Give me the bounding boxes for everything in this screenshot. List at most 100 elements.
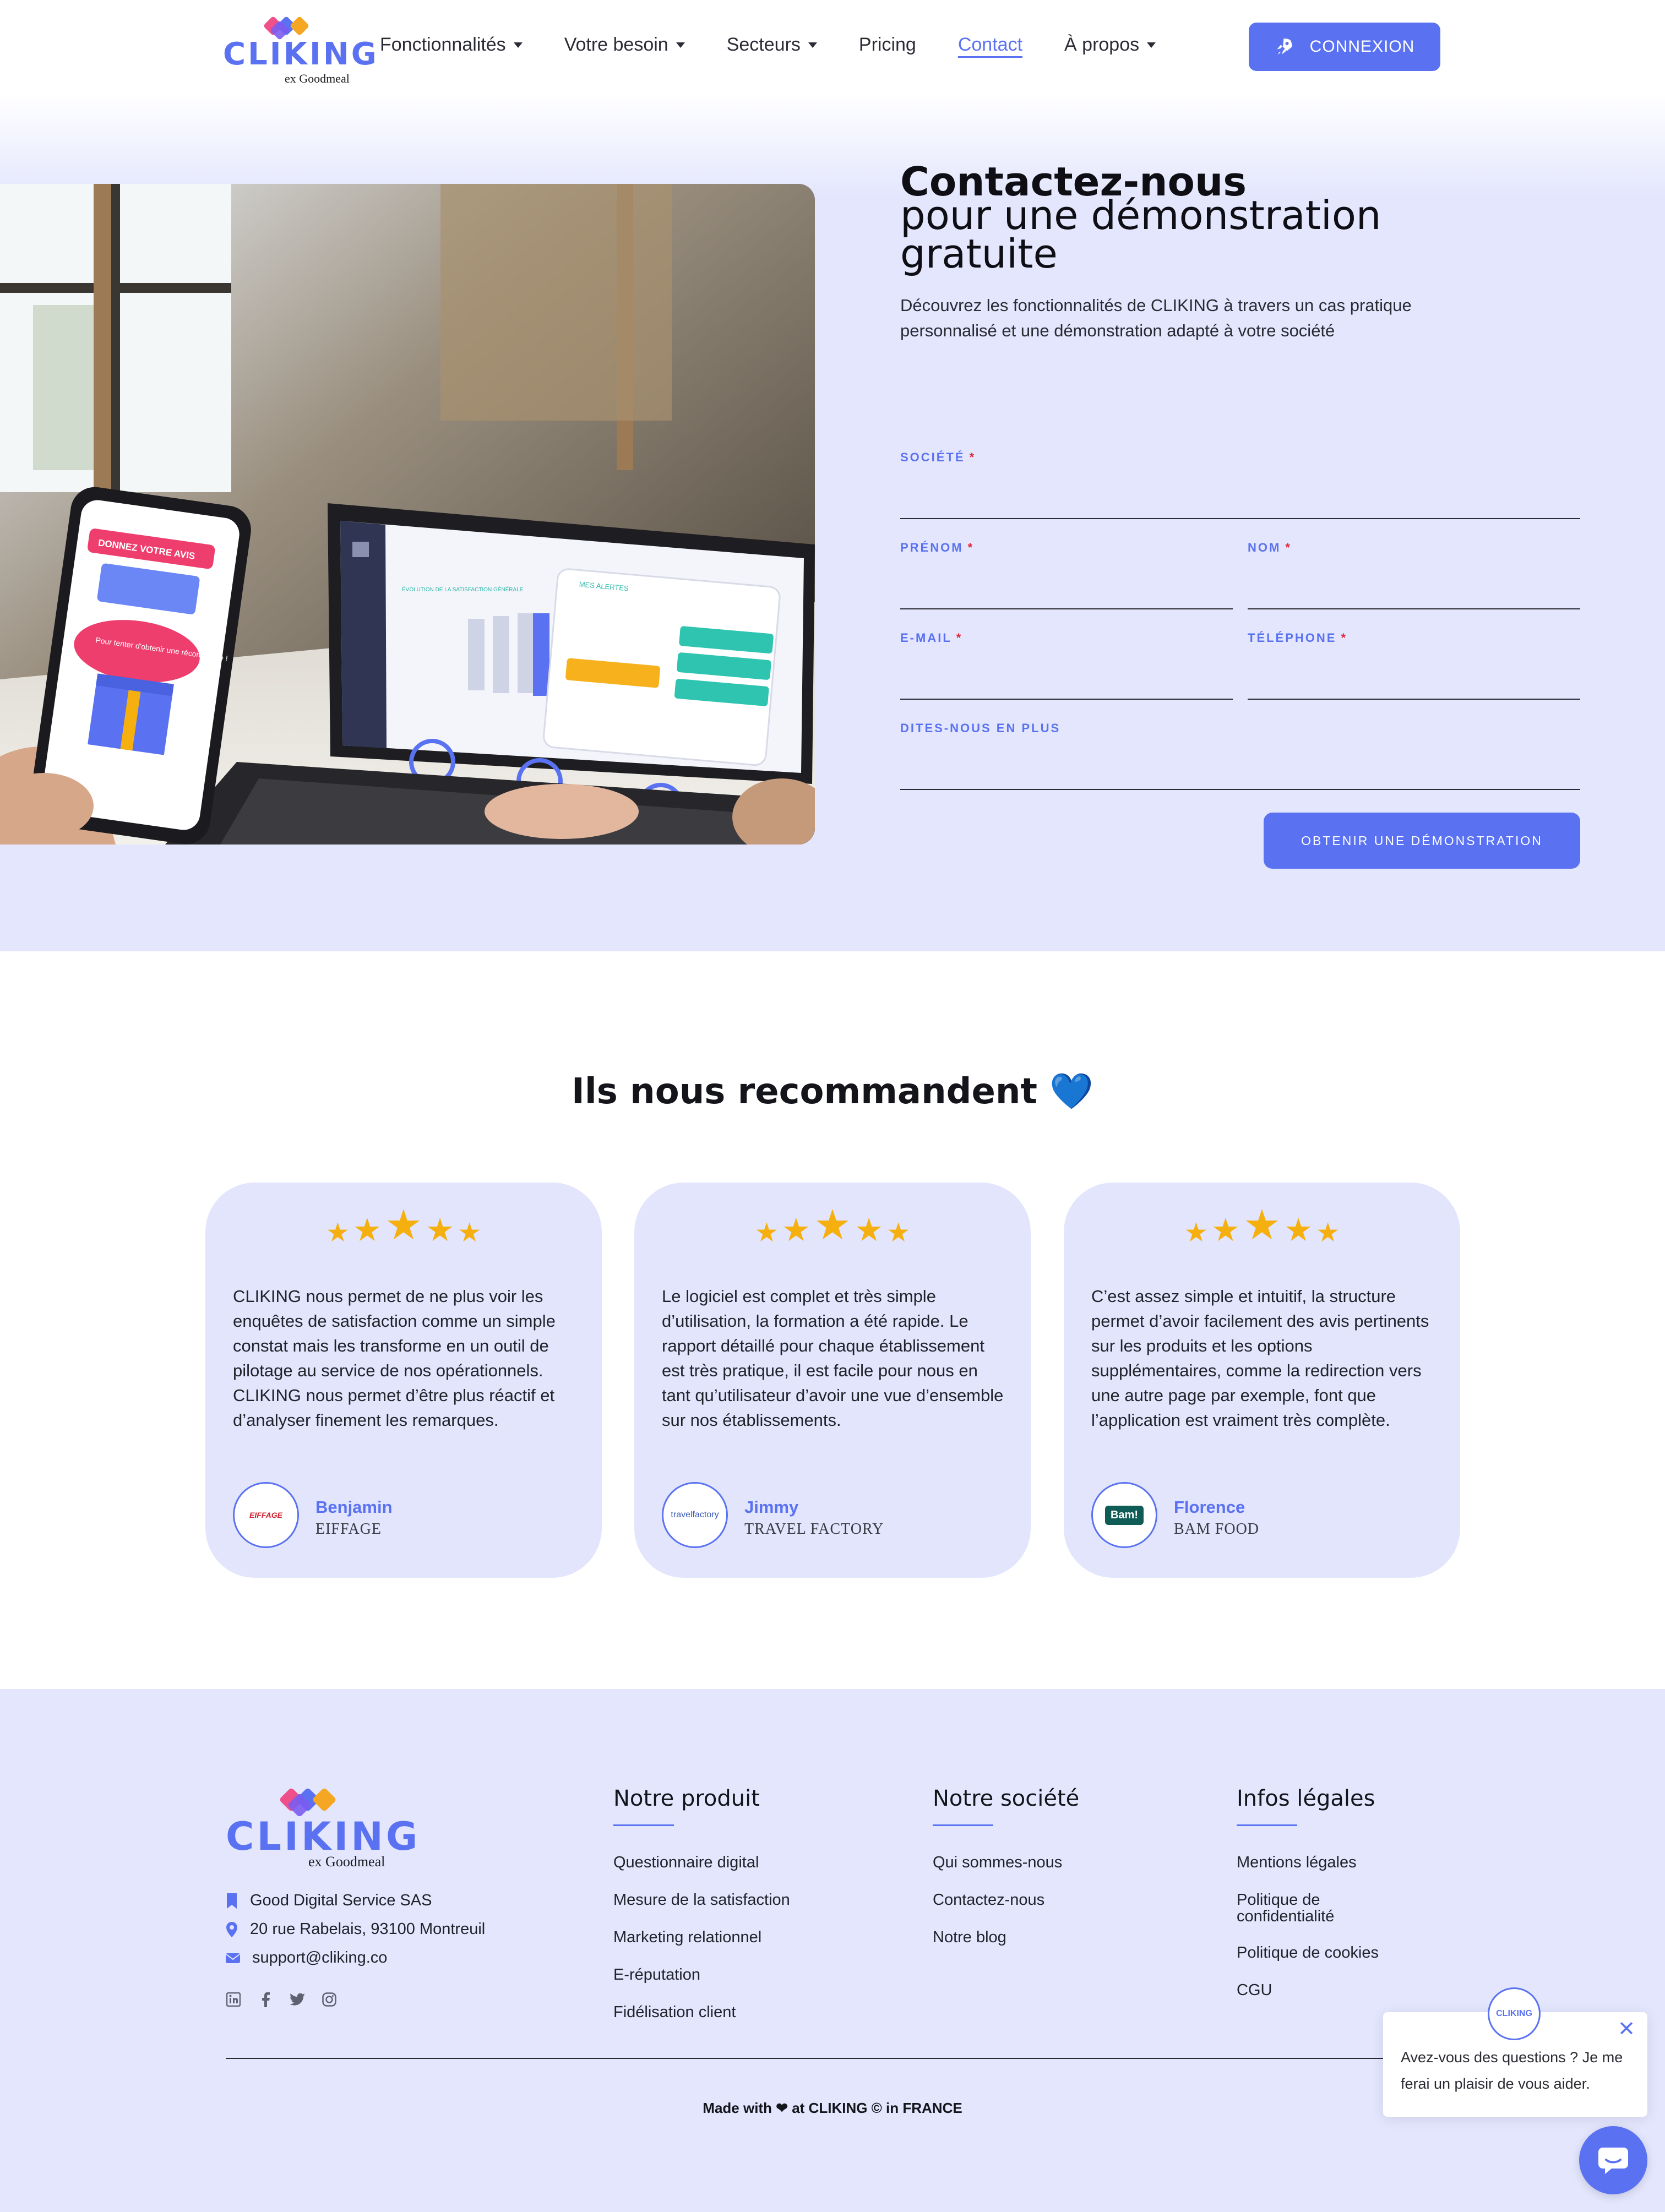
logo-wordmark: CLIKING bbox=[226, 1814, 421, 1859]
footer-logo[interactable]: CLIKING ex Goodmeal bbox=[226, 1785, 417, 1870]
rating-stars: ★ ★ ★ ★ ★ bbox=[1064, 1205, 1460, 1246]
svg-text:ÉVOLUTION DE LA SATISFACTION G: ÉVOLUTION DE LA SATISFACTION GÉNÉRALE bbox=[402, 586, 524, 593]
telephone-field[interactable] bbox=[1248, 699, 1580, 700]
footer-address: 20 rue Rabelais, 93100 Montreuil bbox=[226, 1920, 485, 1938]
star-icon: ★ bbox=[754, 1218, 779, 1247]
chat-launcher-button[interactable] bbox=[1579, 2126, 1647, 2194]
star-icon: ★ bbox=[781, 1212, 810, 1248]
footer-link[interactable]: Qui sommes-nous bbox=[933, 1854, 1062, 1871]
footer-link[interactable]: Notre blog bbox=[933, 1929, 1006, 1946]
star-icon: ★ bbox=[1316, 1218, 1340, 1247]
star-icon: ★ bbox=[1184, 1218, 1208, 1247]
nav-pricing[interactable]: Pricing bbox=[859, 34, 916, 56]
caret-down-icon bbox=[808, 42, 817, 48]
label-text: PRÉNOM bbox=[900, 541, 964, 554]
footer-link[interactable]: Contactez-nous bbox=[933, 1892, 1044, 1908]
testimonial-card: ★ ★ ★ ★ ★ Le logiciel est complet et trè… bbox=[634, 1183, 1031, 1578]
facebook-icon[interactable] bbox=[258, 1992, 273, 2007]
hero-photo: ÉVOLUTION DE LA SATISFACTION GÉNÉRALE ME… bbox=[0, 184, 815, 845]
star-icon: ★ bbox=[1211, 1212, 1240, 1248]
societe-label: SOCIÉTÉ * bbox=[900, 450, 976, 465]
nav-label: Contact bbox=[957, 34, 1023, 55]
cliking-logo[interactable]: CLIKING ex Goodmeal bbox=[223, 14, 377, 85]
chat-bubble-icon bbox=[1598, 2148, 1628, 2174]
nom-label: NOM * bbox=[1248, 541, 1292, 555]
prenom-field[interactable] bbox=[900, 608, 1233, 609]
column-underline bbox=[1237, 1824, 1297, 1826]
nav-label: Votre besoin bbox=[564, 34, 668, 55]
caret-down-icon bbox=[676, 42, 685, 48]
societe-field[interactable] bbox=[900, 518, 1580, 519]
star-icon: ★ bbox=[1243, 1202, 1281, 1249]
footer-link[interactable]: Mesure de la satisfaction bbox=[613, 1892, 790, 1908]
made-suffix: at CLIKING © in FRANCE bbox=[792, 2100, 962, 2116]
email-text: support@cliking.co bbox=[252, 1949, 388, 1966]
testimonial-name: Benjamin bbox=[315, 1497, 393, 1517]
testimonial-card: ★ ★ ★ ★ ★ CLIKING nous permet de ne plus… bbox=[205, 1183, 602, 1578]
chat-avatar: CLIKING bbox=[1488, 1987, 1541, 2040]
nav-secteurs[interactable]: Secteurs bbox=[727, 34, 817, 56]
testimonial-company: TRAVEL FACTORY bbox=[744, 1521, 884, 1538]
testimonial-name: Jimmy bbox=[744, 1497, 799, 1517]
rating-stars: ★ ★ ★ ★ ★ bbox=[205, 1205, 602, 1246]
footer-link[interactable]: Politique de confidentialité bbox=[1237, 1892, 1369, 1925]
nav-label: Fonctionnalités bbox=[380, 34, 506, 55]
made-prefix: Made with bbox=[703, 2100, 772, 2116]
nav-fonctionnalites[interactable]: Fonctionnalités bbox=[380, 34, 523, 56]
footer-col-title-produit: Notre produit bbox=[613, 1786, 760, 1811]
star-icon: ★ bbox=[458, 1218, 482, 1247]
footer-link[interactable]: Politique de cookies bbox=[1237, 1944, 1379, 1961]
logo-subtitle: ex Goodmeal bbox=[285, 72, 350, 85]
footer-link[interactable]: Questionnaire digital bbox=[613, 1854, 759, 1871]
connexion-button[interactable]: CONNEXION bbox=[1249, 23, 1440, 71]
label-text: SOCIÉTÉ bbox=[900, 450, 965, 464]
logo-subtitle: ex Goodmeal bbox=[308, 1854, 385, 1870]
nom-field[interactable] bbox=[1248, 608, 1580, 609]
hero-section: ÉVOLUTION DE LA SATISFACTION GÉNÉRALE ME… bbox=[0, 94, 1665, 951]
testimonial-text: Le logiciel est complet et très simple d… bbox=[662, 1287, 1004, 1430]
rating-stars: ★ ★ ★ ★ ★ bbox=[634, 1205, 1031, 1246]
bam-logo-text: Bam! bbox=[1104, 1505, 1144, 1525]
demo-submit-button[interactable]: OBTENIR UNE DÉMONSTRATION bbox=[1264, 813, 1580, 869]
column-underline bbox=[933, 1824, 993, 1826]
required-marker: * bbox=[1341, 631, 1348, 645]
hero-illustration: ÉVOLUTION DE LA SATISFACTION GÉNÉRALE ME… bbox=[0, 184, 815, 845]
footer-link[interactable]: Marketing relationnel bbox=[613, 1929, 761, 1946]
star-icon: ★ bbox=[426, 1212, 455, 1248]
nav-a-propos[interactable]: À propos bbox=[1064, 34, 1156, 56]
testimonial-company: EIFFAGE bbox=[315, 1521, 382, 1538]
footer-link[interactable]: Fidélisation client bbox=[613, 2004, 736, 2020]
heart-icon: ❤ bbox=[776, 2100, 788, 2116]
close-icon[interactable]: ✕ bbox=[1618, 2019, 1635, 2040]
testimonial-text: CLIKING nous permet de ne plus voir les … bbox=[233, 1287, 556, 1430]
star-icon: ★ bbox=[855, 1212, 884, 1248]
linkedin-icon[interactable] bbox=[226, 1992, 241, 2007]
required-marker: * bbox=[969, 450, 976, 464]
star-icon: ★ bbox=[325, 1218, 350, 1247]
main-nav: Fonctionnalités Votre besoin Secteurs Pr… bbox=[380, 34, 1198, 56]
star-icon: ★ bbox=[813, 1202, 852, 1249]
testimonial-name: Florence bbox=[1174, 1497, 1245, 1517]
email-label: E-MAIL * bbox=[900, 631, 962, 645]
message-field[interactable] bbox=[900, 789, 1580, 790]
footer-email[interactable]: support@cliking.co bbox=[226, 1949, 387, 1967]
nav-label: Secteurs bbox=[726, 34, 801, 55]
site-header: CLIKING ex Goodmeal Fonctionnalités Votr… bbox=[0, 0, 1665, 94]
footer-link[interactable]: E-réputation bbox=[613, 1966, 700, 1983]
nav-label: À propos bbox=[1064, 34, 1140, 55]
bookmark-icon bbox=[227, 1893, 237, 1909]
nav-contact[interactable]: Contact bbox=[958, 34, 1022, 56]
twitter-icon[interactable] bbox=[290, 1992, 305, 2007]
footer-link[interactable]: Mentions légales bbox=[1237, 1854, 1357, 1871]
footer-link[interactable]: CGU bbox=[1237, 1982, 1272, 1998]
instagram-icon[interactable] bbox=[322, 1992, 337, 2007]
testimonial-card: ★ ★ ★ ★ ★ C’est assez simple et intuitif… bbox=[1064, 1183, 1460, 1578]
hero-description: Découvrez les fonctionnalités de CLIKING… bbox=[900, 296, 1412, 340]
eiffage-logo-text: EIFFAGE bbox=[249, 1511, 282, 1519]
email-field[interactable] bbox=[900, 699, 1233, 700]
nav-votre-besoin[interactable]: Votre besoin bbox=[564, 34, 685, 56]
label-text: NOM bbox=[1248, 541, 1281, 554]
travelfactory-logo-text: travelfactory bbox=[671, 1510, 719, 1519]
prenom-label: PRÉNOM * bbox=[900, 541, 974, 555]
required-marker: * bbox=[1285, 541, 1292, 554]
